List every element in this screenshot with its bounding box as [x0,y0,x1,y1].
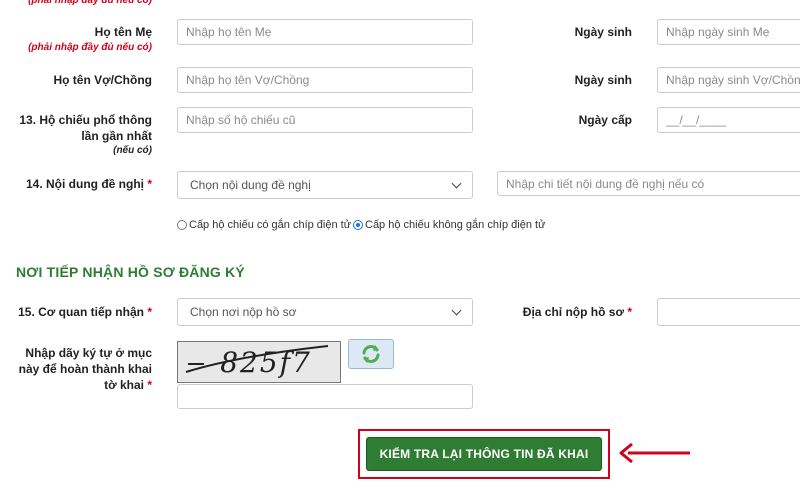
request-label-text: 14. Nội dung đề nghị [25,177,144,191]
request-label: 14. Nội dung đề nghị * [0,176,152,192]
radio-button-selected[interactable] [353,220,363,230]
captcha-text: 825f7 [220,345,312,379]
radio-chip-option[interactable]: Cấp hộ chiếu có gắn chíp điện tử [177,219,351,231]
required-mark: * [147,177,152,191]
captcha-label-line3: tờ khai * [104,378,152,392]
captcha-label-line2: này để hoàn thành khai [18,362,152,376]
chevron-down-icon [451,178,462,188]
refresh-captcha-button[interactable] [348,339,394,369]
arrow-left-icon [619,442,690,464]
passport-label: 13. Hộ chiếu phổ thông lần gần nhất [0,112,152,144]
captcha-input[interactable] [177,384,473,409]
request-select-value: Chọn nội dung đề nghị [190,178,311,192]
check-info-button[interactable]: KIỂM TRA LẠI THÔNG TIN ĐÃ KHAI [366,437,602,471]
address-input[interactable] [657,298,800,326]
chevron-down-icon [451,305,462,315]
required-mark: * [147,378,152,392]
passport-label-line2: lần gần nhất [81,129,152,143]
spouse-name-input[interactable] [177,67,473,93]
passport-issue-label: Ngày cấp [578,113,632,127]
captcha-image: 825f7 [177,341,341,383]
radio-no-chip-option[interactable]: Cấp hộ chiếu không gắn chíp điện tử [353,219,545,231]
radio-chip-label: Cấp hộ chiếu có gắn chíp điện tử [189,219,352,231]
section-title: NƠI TIẾP NHẬN HỒ SƠ ĐĂNG KÝ [16,264,245,280]
captcha-label: Nhập dãy ký tự ở mục này để hoàn thành k… [0,345,152,393]
agency-label-text: 15. Cơ quan tiếp nhận [18,305,144,319]
passport-issue-date-input[interactable] [657,107,800,133]
mother-dob-input[interactable] [657,19,800,45]
captcha-label-line1: Nhập dãy ký tự ở mục [25,346,152,360]
refresh-icon [362,345,380,363]
radio-no-chip-label: Cấp hộ chiếu không gắn chíp điện tử [365,219,546,231]
address-label: Địa chỉ nộp hồ sơ * [480,304,632,320]
spouse-dob-input[interactable] [657,67,800,93]
spouse-name-label: Họ tên Vợ/Chồng [53,73,152,87]
radio-button[interactable] [177,220,187,230]
mother-name-input[interactable] [177,19,473,45]
agency-select-value: Chọn nơi nộp hồ sơ [190,305,297,319]
agency-select[interactable]: Chọn nơi nộp hồ sơ [177,298,473,326]
mother-dob-label: Ngày sinh [574,25,632,39]
required-mark: * [627,305,632,319]
mother-name-label: Họ tên Mẹ [94,25,152,39]
passport-note: (nếu có) [113,145,152,156]
spouse-dob-label: Ngày sinh [574,73,632,87]
mother-note: (phải nhập đầy đủ nếu có) [28,42,152,53]
top-note: (phải nhập đầy đủ nếu có) [28,0,152,6]
address-label-text: Địa chỉ nộp hồ sơ [522,305,624,319]
required-mark: * [147,305,152,319]
request-detail-input[interactable] [497,171,800,196]
request-select[interactable]: Chọn nội dung đề nghị [177,171,473,199]
passport-label-line1: 13. Hộ chiếu phổ thông [19,113,152,127]
passport-number-input[interactable] [177,107,473,133]
agency-label: 15. Cơ quan tiếp nhận * [0,304,152,320]
